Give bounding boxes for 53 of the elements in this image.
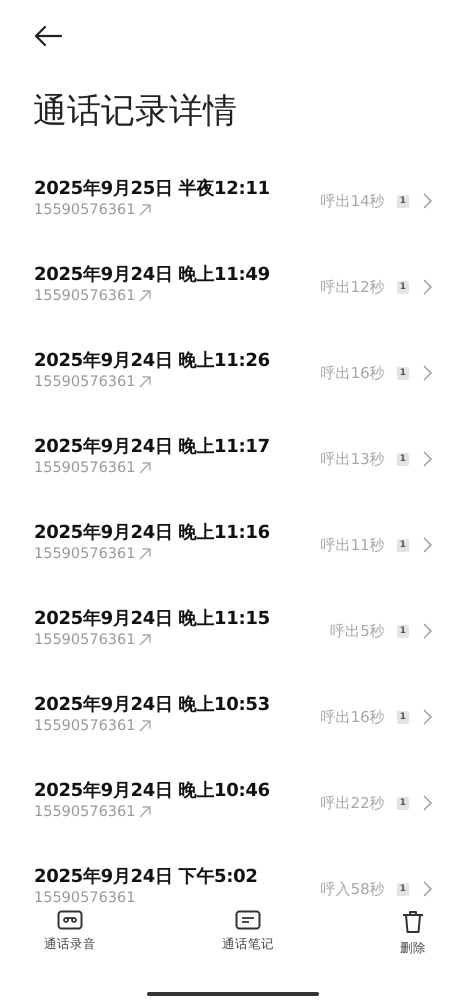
- page-title: 通话记录详情: [32, 90, 238, 132]
- call-duration: 呼出12秒: [320, 278, 385, 296]
- delete-button[interactable]: 删除: [400, 910, 426, 966]
- sim-badge: 1: [396, 538, 409, 552]
- call-time: 2025年9月24日 下午5:02: [34, 865, 258, 888]
- chevron-right-icon[interactable]: [423, 795, 432, 811]
- phone-number: 15590576361: [34, 288, 136, 304]
- phone-number: 15590576361: [34, 890, 136, 906]
- chevron-right-icon[interactable]: [423, 537, 432, 553]
- call-duration: 呼入58秒: [320, 880, 385, 898]
- chevron-right-icon[interactable]: [423, 279, 432, 295]
- sim-badge: 1: [396, 366, 409, 380]
- call-duration: 呼出16秒: [320, 364, 385, 382]
- note-icon: [235, 910, 261, 930]
- chevron-right-icon[interactable]: [423, 709, 432, 725]
- chevron-right-icon[interactable]: [423, 881, 432, 897]
- chevron-right-icon[interactable]: [423, 451, 432, 467]
- phone-number: 15590576361: [34, 718, 136, 734]
- tape-icon: [57, 910, 83, 930]
- call-time: 2025年9月24日 晚上11:17: [34, 435, 270, 458]
- sim-badge: 1: [396, 796, 409, 810]
- notes-button[interactable]: 通话笔记: [222, 910, 274, 966]
- call-time: 2025年9月24日 晚上10:53: [34, 693, 270, 716]
- phone-number: 15590576361: [34, 804, 136, 820]
- chevron-right-icon[interactable]: [423, 365, 432, 381]
- call-duration: 呼出16秒: [320, 708, 385, 726]
- sim-badge: 1: [396, 882, 409, 896]
- chevron-right-icon[interactable]: [423, 193, 432, 209]
- phone-number: 15590576361: [34, 202, 136, 218]
- phone-number: 15590576361: [34, 460, 136, 476]
- sim-badge: 1: [396, 710, 409, 724]
- sim-badge: 1: [396, 280, 409, 294]
- call-time: 2025年9月24日 晚上11:16: [34, 521, 270, 544]
- back-arrow-icon[interactable]: [34, 26, 62, 46]
- call-time: 2025年9月24日 晚上11:15: [34, 607, 270, 630]
- call-time: 2025年9月25日 半夜12:11: [34, 177, 270, 200]
- phone-number: 15590576361: [34, 632, 136, 648]
- call-duration: 呼出14秒: [320, 192, 385, 210]
- call-time: 2025年9月24日 晚上11:49: [34, 263, 270, 286]
- sim-badge: 1: [396, 452, 409, 466]
- call-time: 2025年9月24日 晚上10:46: [34, 779, 270, 802]
- chevron-right-icon[interactable]: [423, 623, 432, 639]
- recording-button[interactable]: 通话录音: [44, 910, 96, 966]
- phone-number: 15590576361: [34, 374, 136, 390]
- call-duration: 呼出13秒: [320, 450, 385, 468]
- call-duration: 呼出22秒: [320, 794, 385, 812]
- sim-badge: 1: [396, 624, 409, 638]
- call-time: 2025年9月24日 晚上11:26: [34, 349, 270, 372]
- call-duration: 呼出11秒: [320, 536, 385, 554]
- call-duration: 呼出5秒: [330, 622, 385, 640]
- trash-icon: [402, 910, 424, 934]
- sim-badge: 1: [396, 194, 409, 208]
- phone-number: 15590576361: [34, 546, 136, 562]
